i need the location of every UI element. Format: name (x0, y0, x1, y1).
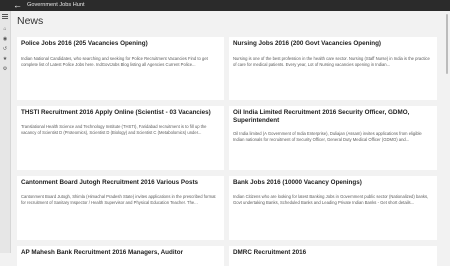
home-icon[interactable]: ⌂ (2, 26, 8, 32)
card-description: Indian National Candidates, who searchin… (21, 56, 208, 67)
scrollbar-thumb[interactable] (446, 14, 448, 74)
card-description: Oil India limited (A Government of India… (233, 131, 422, 142)
page-title: News (17, 15, 44, 27)
card-title: AP Mahesh Bank Recruitment 2016 Managers… (21, 249, 184, 256)
card-description: Translational Health Science and Technol… (21, 124, 207, 135)
card-title: Police Jobs 2016 (205 Vacancies Opening) (21, 40, 148, 47)
star-icon[interactable]: ★ (2, 56, 8, 62)
menu-icon[interactable] (2, 14, 8, 19)
back-arrow-icon[interactable]: ← (12, 0, 23, 11)
news-card[interactable]: Police Jobs 2016 (205 Vacancies Opening)… (17, 37, 224, 100)
card-title: THSTI Recruitment 2016 Apply Online (Sci… (21, 109, 211, 116)
rss-icon[interactable]: ◉ (2, 36, 8, 42)
window-title: Government Jobs Hunt (27, 2, 85, 8)
news-card[interactable]: Oil India Limited Recruitment 2016 Secur… (229, 106, 437, 170)
card-description: Nursing is one of the best profession in… (233, 56, 430, 67)
card-title: Cantonment Board Jutogh Recruitment 2016… (21, 179, 199, 186)
left-sidebar: ⌂ ◉ ↺ ★ ⚙ (0, 11, 11, 253)
card-title: DMRC Recruitment 2016 (233, 249, 307, 256)
news-card[interactable]: Cantonment Board Jutogh Recruitment 2016… (17, 176, 224, 240)
card-description: Indian Citizens who are looking for late… (233, 194, 429, 205)
card-title: Bank Jobs 2016 (10000 Vacancy Openings) (233, 179, 362, 186)
card-title: Nursing Jobs 2016 (200 Govt Vacancies Op… (233, 40, 382, 47)
card-description: Cantonment Board Jutogh, Shimla (Himacha… (21, 194, 216, 205)
news-card[interactable]: AP Mahesh Bank Recruitment 2016 Managers… (17, 246, 224, 266)
card-title: Oil India Limited Recruitment 2016 Secur… (233, 109, 410, 124)
news-card[interactable]: DMRC Recruitment 2016 (229, 246, 437, 266)
news-card[interactable]: THSTI Recruitment 2016 Apply Online (Sci… (17, 106, 224, 170)
news-card[interactable]: Nursing Jobs 2016 (200 Govt Vacancies Op… (229, 37, 437, 100)
settings-icon[interactable]: ⚙ (2, 66, 8, 72)
news-card[interactable]: Bank Jobs 2016 (10000 Vacancy Openings) … (229, 176, 437, 240)
share-icon[interactable]: ↺ (2, 46, 8, 52)
title-bar: ← Government Jobs Hunt (0, 0, 450, 11)
